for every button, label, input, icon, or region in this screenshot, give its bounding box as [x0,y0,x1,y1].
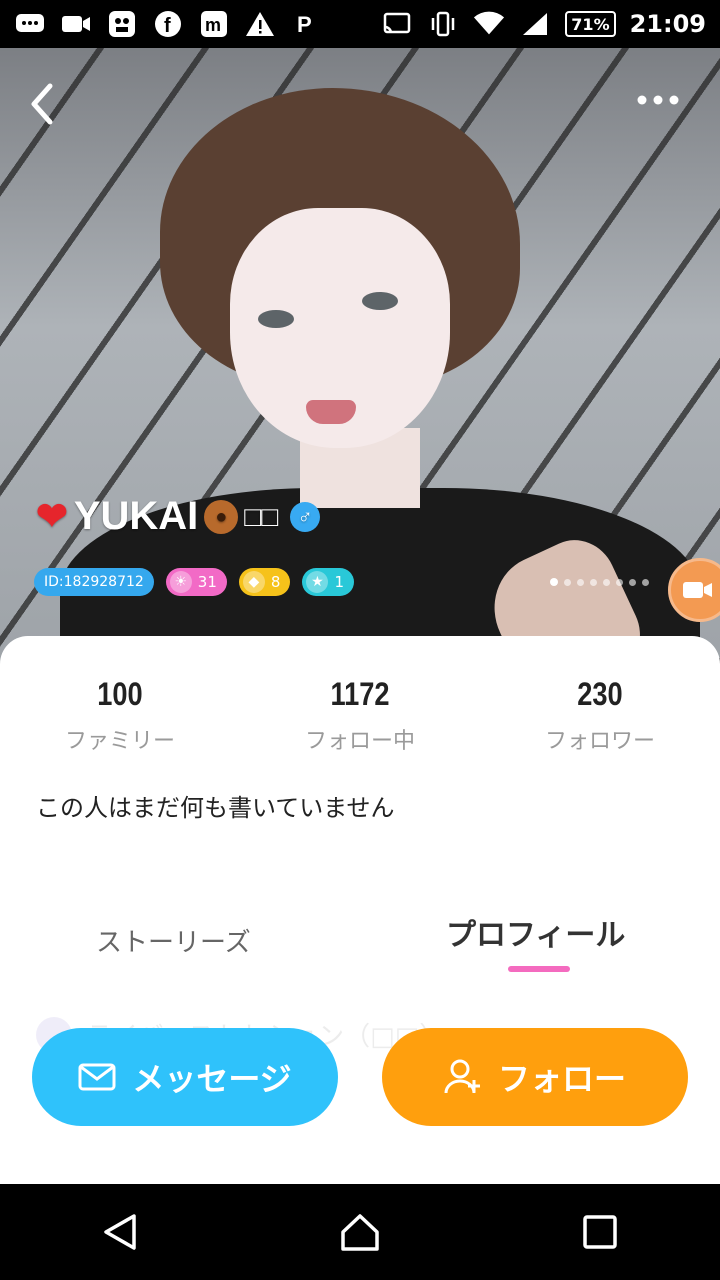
profile-card: 100 ファミリー 1172 フォロー中 230 フォロワー この人はまだ何も書… [0,636,720,1184]
svg-text:f: f [164,15,171,37]
parking-icon: P [290,8,322,40]
stat-family[interactable]: 100 ファミリー [0,676,240,755]
page-dot [564,578,571,586]
cast-icon [381,8,413,40]
nav-recents-button[interactable] [560,1192,640,1272]
page-dot [616,578,623,586]
user-name-suffix: □□ [244,500,279,532]
stat-label: ファミリー [64,729,175,754]
page-dot [629,578,636,586]
ghost-icon [106,8,138,40]
stat-value: 100 [97,676,143,712]
square-recents-icon [583,1215,617,1249]
stat-following[interactable]: 1172 フォロー中 [240,676,480,755]
star-level-badge[interactable]: ★ 1 [302,568,354,596]
gender-male-icon: ♂ [290,501,321,532]
page-dot [642,578,649,586]
stat-followers[interactable]: 230 フォロワー [480,676,720,755]
video-icon [60,8,92,40]
svg-text:P: P [297,12,312,37]
triangle-back-icon [104,1214,136,1250]
user-id-badge: ID:182928712 [34,568,154,596]
add-user-icon [444,1058,482,1096]
stat-value: 1172 [330,676,390,712]
nav-back-button[interactable] [80,1192,160,1272]
profile-cover-image[interactable]: ❤ YUKAI ● □□ ♂ ID:182928712 ☀ 31 ◆ 8 ★ 1 [0,48,720,668]
video-camera-icon [683,582,712,598]
status-bar: f m P 71% 21:09 [0,0,720,48]
page-dot [577,578,584,586]
message-button-label: メッセージ [132,1060,292,1098]
photo-page-indicator [550,578,649,586]
system-nav-bar [0,1184,720,1280]
heart-icon: ❤ [36,496,68,538]
clock: 21:09 [629,10,706,38]
stats-row: 100 ファミリー 1172 フォロー中 230 フォロワー [0,676,720,755]
svg-text:m: m [205,15,221,35]
user-name-row: ❤ YUKAI ● □□ ♂ [36,494,321,539]
warning-icon [244,8,276,40]
signal-icon [519,8,551,40]
sun-level-badge[interactable]: ☀ 31 [165,568,227,596]
tab-stories[interactable]: ストーリーズ [96,922,251,959]
profile-tabs: ストーリーズ プロフィール [0,906,720,976]
gem-icon: ◆ [242,571,265,593]
cover-illustration-eye [362,292,398,310]
stat-label: フォロー中 [304,729,415,754]
stat-value: 230 [577,676,623,712]
page-dot [590,578,597,586]
sun-icon: ☀ [169,571,192,593]
tab-profile[interactable]: プロフィール [446,910,625,954]
gem-level-badge[interactable]: ◆ 8 [238,568,291,596]
cover-illustration-eye [258,310,294,328]
m-app-icon: m [198,8,230,40]
message-icon [14,8,46,40]
chevron-left-icon [31,83,53,125]
page-dot [550,578,558,586]
nav-home-button[interactable] [320,1192,400,1272]
follow-button[interactable]: フォロー [382,1028,688,1126]
star-icon: ★ [306,571,329,593]
vibrate-icon [427,8,459,40]
back-button[interactable] [22,76,70,132]
user-badges: ID:182928712 ☀ 31 ◆ 8 ★ 1 [34,568,354,596]
message-button[interactable]: メッセージ [32,1028,338,1126]
user-bio: この人はまだ何も書いていません [36,794,395,822]
active-tab-indicator [508,966,570,972]
user-name: YUKAI [73,494,199,538]
follow-button-label: フォロー [497,1060,626,1098]
envelope-icon [78,1058,116,1096]
more-options-button[interactable] [630,84,686,120]
facebook-icon: f [152,8,184,40]
home-icon [341,1214,379,1251]
more-dots-icon [637,95,679,105]
page-dot [603,578,610,586]
battery-indicator: 71% [565,11,616,37]
stat-label: フォロワー [544,729,655,754]
dog-emoji-icon: ● [204,499,239,534]
wifi-icon [473,8,505,40]
cover-illustration-mouth [306,400,356,424]
